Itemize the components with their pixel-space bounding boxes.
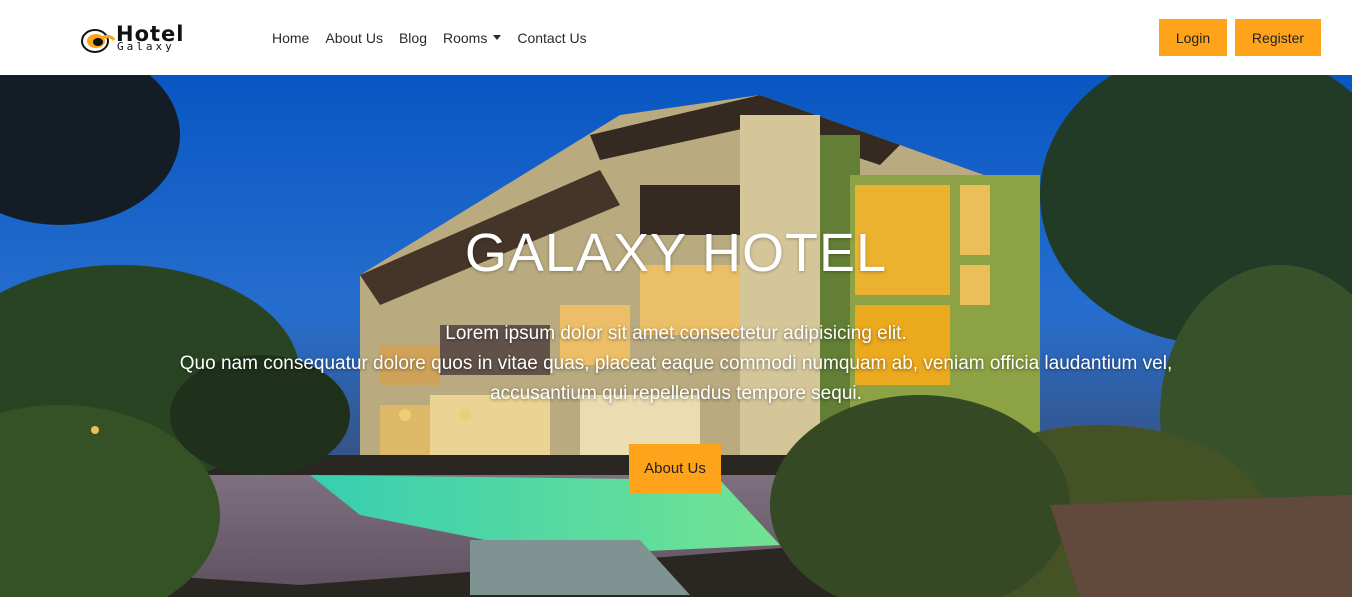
hero-description: Lorem ipsum dolor sit amet consectetur a… bbox=[0, 319, 1352, 409]
hero-title: GALAXY HOTEL bbox=[464, 223, 888, 283]
brand-logo[interactable]: Hotel Galaxy bbox=[80, 22, 212, 56]
hero-line-2: Quo nam consequatur dolore quos in vitae… bbox=[179, 353, 1173, 374]
nav-menu: Home About Us Blog Rooms Contact Us bbox=[272, 27, 603, 49]
nav-home[interactable]: Home bbox=[272, 28, 309, 48]
nav-about-us[interactable]: About Us bbox=[325, 28, 383, 48]
hero-line-3: accusantium qui repellendus tempore sequ… bbox=[490, 383, 862, 404]
navbar: Hotel Galaxy Home About Us Blog Rooms Co… bbox=[0, 0, 1352, 75]
nav-contact-us[interactable]: Contact Us bbox=[517, 28, 586, 48]
nav-blog[interactable]: Blog bbox=[399, 28, 427, 48]
login-button[interactable]: Login bbox=[1159, 19, 1227, 56]
hero-about-us-button[interactable]: About Us bbox=[629, 444, 721, 493]
register-button[interactable]: Register bbox=[1235, 19, 1321, 56]
hero-line-1: Lorem ipsum dolor sit amet consectetur a… bbox=[445, 323, 907, 344]
hero-section: GALAXY HOTEL Lorem ipsum dolor sit amet … bbox=[0, 75, 1352, 597]
hotel-logo-swirl-icon bbox=[81, 29, 116, 53]
nav-rooms-dropdown[interactable]: Rooms bbox=[442, 28, 502, 48]
caret-down-icon bbox=[493, 34, 502, 40]
brand-subtitle: Galaxy bbox=[117, 40, 175, 53]
nav-rooms-label: Rooms bbox=[442, 30, 488, 46]
